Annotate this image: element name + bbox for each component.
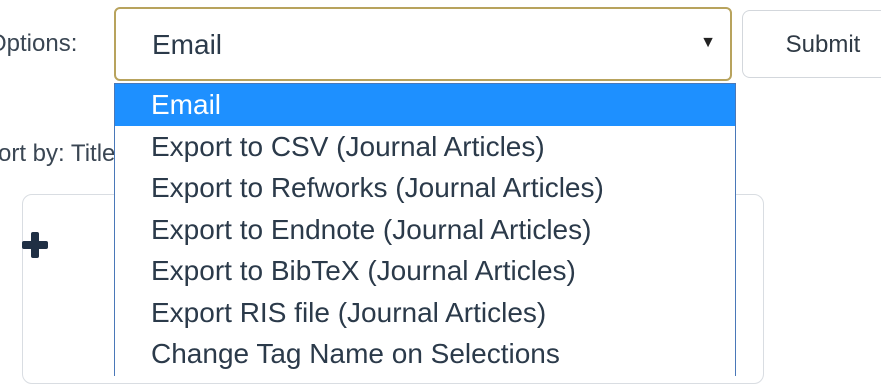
dropdown-option-export-bibtex[interactable]: Export to BibTeX (Journal Articles) xyxy=(115,250,735,292)
sort-by-label: Sort by: Title , xyxy=(0,140,114,167)
dropdown-option-export-endnote[interactable]: Export to Endnote (Journal Articles) xyxy=(115,209,735,251)
submit-button[interactable]: Submit xyxy=(742,10,881,78)
plus-icon[interactable] xyxy=(22,232,48,258)
options-label: Options: xyxy=(0,30,78,57)
dropdown-option-email[interactable]: Email xyxy=(115,84,735,126)
dropdown-option-export-refworks[interactable]: Export to Refworks (Journal Articles) xyxy=(115,167,735,209)
dropdown-option-export-csv[interactable]: Export to CSV (Journal Articles) xyxy=(115,126,735,168)
select-value: Email xyxy=(152,29,223,60)
dropdown-option-export-ris[interactable]: Export RIS file (Journal Articles) xyxy=(115,292,735,334)
options-select[interactable]: Email ▼ xyxy=(114,7,732,81)
dropdown-option-change-tag-name[interactable]: Change Tag Name on Selections xyxy=(115,333,735,375)
triangle-down-icon: ▼ xyxy=(700,34,716,51)
options-dropdown-list: Email Export to CSV (Journal Articles) E… xyxy=(114,83,736,376)
